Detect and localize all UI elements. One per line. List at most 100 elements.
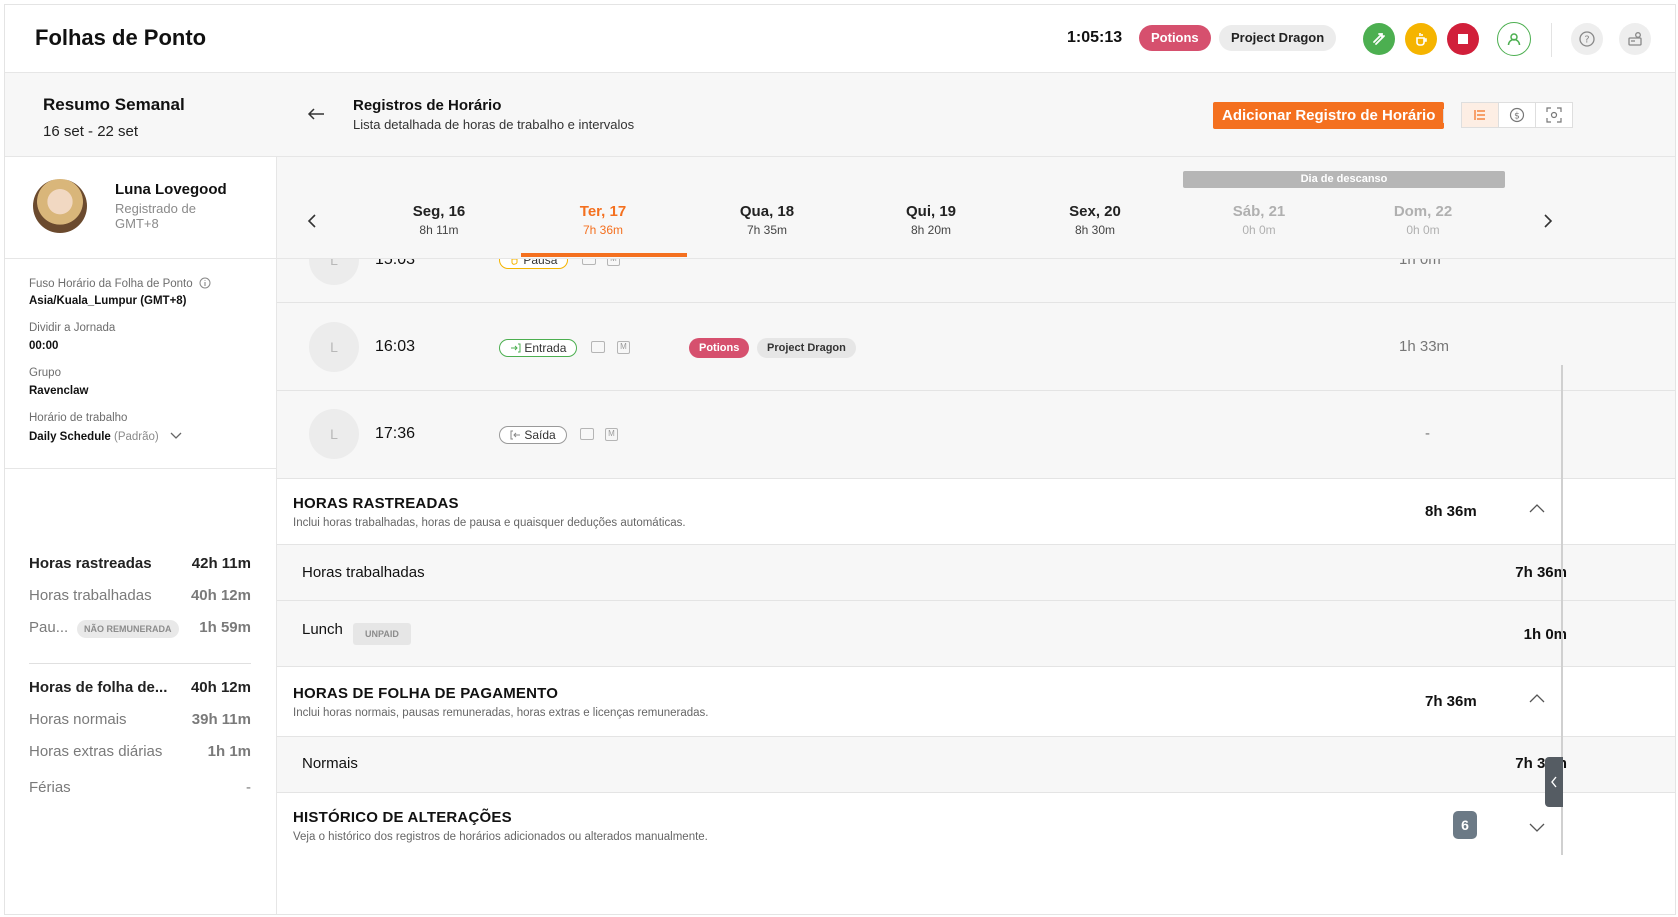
dollar-icon: $ bbox=[1509, 107, 1525, 123]
schedule-label: Horário de trabalho bbox=[29, 412, 128, 424]
breakdown-row: Horas trabalhadas 7h 36m bbox=[277, 545, 1675, 601]
tracked-hours-section[interactable]: HORAS RASTREADAS Inclui horas trabalhada… bbox=[277, 479, 1675, 545]
tracked-hours-label: Horas rastreadas bbox=[29, 555, 152, 572]
help-button[interactable]: ? bbox=[1571, 23, 1603, 55]
time-entry-list: L 15:03 Pausa M 1h 0m L 16:03 Entrada M bbox=[277, 259, 1675, 479]
activity-chip[interactable]: Potions bbox=[1139, 25, 1211, 51]
breakdown-row: Lunch UNPAID 1h 0m bbox=[277, 601, 1675, 667]
vacation-value: - bbox=[246, 779, 251, 796]
section-subtitle: Inclui horas normais, pausas remuneradas… bbox=[293, 707, 709, 719]
clock-out-tag: Saída bbox=[499, 426, 567, 444]
row-value: 7h 36m bbox=[1515, 564, 1567, 581]
day-tab-tue[interactable]: Ter, 17 7h 36m bbox=[521, 203, 685, 237]
day-name: Dom, 22 bbox=[1393, 203, 1453, 220]
user-initial: L bbox=[309, 409, 359, 459]
day-hours: 7h 36m bbox=[582, 223, 624, 237]
section-title: HORAS RASTREADAS bbox=[293, 495, 459, 512]
device-icon bbox=[591, 341, 605, 353]
stop-button[interactable] bbox=[1447, 23, 1479, 55]
pause-hours-label: Pau... bbox=[29, 619, 69, 636]
add-time-entry-button[interactable]: Adicionar Registro de Horário bbox=[1213, 102, 1445, 129]
back-button[interactable] bbox=[307, 101, 325, 127]
section-title: HORAS DE FOLHA DE PAGAMENTO bbox=[293, 685, 559, 702]
time-entry-row[interactable]: L 17:36 Saída M - bbox=[277, 391, 1675, 479]
section-total: 7h 36m bbox=[1425, 693, 1477, 710]
day-tab-thu[interactable]: Qui, 19 8h 20m bbox=[849, 203, 1013, 237]
chevron-up-icon[interactable] bbox=[1529, 503, 1545, 513]
device-icon bbox=[580, 428, 594, 440]
payroll-hours-section[interactable]: HORAS DE FOLHA DE PAGAMENTO Inclui horas… bbox=[277, 667, 1675, 737]
sidebar-divider bbox=[29, 663, 251, 664]
day-tab-sat[interactable]: Sáb, 21 0h 0m bbox=[1177, 203, 1341, 237]
prev-week-button[interactable] bbox=[307, 213, 317, 234]
time-entries-panel: Registros de Horário Lista detalhada de … bbox=[277, 73, 1675, 914]
regular-hours-value: 39h 11m bbox=[191, 711, 251, 728]
day-name: Qui, 19 bbox=[905, 203, 957, 220]
section-title: HISTÓRICO DE ALTERAÇÕES bbox=[293, 809, 512, 826]
clock-out-icon bbox=[510, 430, 520, 440]
time-entry-row[interactable]: L 16:03 Entrada M Potions Project Dragon… bbox=[277, 303, 1675, 391]
timezone-label: Fuso Horário da Folha de Ponto bbox=[29, 277, 211, 290]
row-label: Horas trabalhadas bbox=[302, 564, 425, 581]
change-history-section[interactable]: HISTÓRICO DE ALTERAÇÕES Veja o histórico… bbox=[277, 793, 1675, 863]
list-view-button[interactable] bbox=[1462, 103, 1499, 127]
break-tag: Pausa bbox=[499, 259, 569, 269]
day-hours: 8h 30m bbox=[1074, 223, 1116, 237]
project-chip[interactable]: Project Dragon bbox=[757, 338, 856, 358]
arrow-left-icon bbox=[307, 108, 324, 120]
time-entry-row[interactable]: L 15:03 Pausa M 1h 0m bbox=[277, 259, 1675, 303]
weekly-summary-sidebar: Resumo Semanal 16 set - 22 set Luna Love… bbox=[5, 73, 277, 914]
summary-header: Resumo Semanal 16 set - 22 set bbox=[5, 73, 277, 157]
payroll-hours-label: Horas de folha de... bbox=[29, 679, 168, 696]
timezone-label-text: Fuso Horário da Folha de Ponto bbox=[29, 278, 193, 290]
avatar bbox=[33, 179, 87, 233]
day-tab-fri[interactable]: Sex, 20 8h 30m bbox=[1013, 203, 1177, 237]
payroll-view-button[interactable]: $ bbox=[1499, 103, 1536, 127]
timesheet-info: Fuso Horário da Folha de Ponto Asia/Kual… bbox=[5, 259, 277, 469]
stop-icon bbox=[1458, 34, 1468, 44]
day-hours: 8h 11m bbox=[419, 223, 459, 237]
manual-entry-icon: M bbox=[607, 259, 620, 266]
pause-hours-value: 1h 59m bbox=[199, 619, 251, 636]
schedule-dropdown[interactable]: Daily Schedule (Padrão) bbox=[29, 431, 182, 443]
next-week-button[interactable] bbox=[1543, 213, 1553, 234]
switch-activity-button[interactable] bbox=[1363, 23, 1395, 55]
row-label: Lunch bbox=[302, 621, 343, 638]
break-button[interactable] bbox=[1405, 23, 1437, 55]
screenshot-view-button[interactable] bbox=[1536, 103, 1572, 127]
activity-chip[interactable]: Potions bbox=[689, 338, 750, 358]
side-panel-toggle[interactable] bbox=[1545, 757, 1563, 807]
svg-text:?: ? bbox=[1584, 35, 1589, 46]
clock-in-icon bbox=[511, 343, 521, 353]
settings-button[interactable] bbox=[1619, 23, 1651, 55]
summary-dates: 16 set - 22 set bbox=[43, 123, 139, 140]
info-icon[interactable] bbox=[199, 277, 211, 289]
day-hours: 8h 20m bbox=[910, 223, 952, 237]
history-count-badge: 6 bbox=[1453, 811, 1477, 839]
chevron-up-icon[interactable] bbox=[1529, 693, 1545, 703]
week-day-selector: Dia de descanso Seg, 16 8h 11m Ter, 17 7… bbox=[277, 157, 1675, 259]
user-icon bbox=[1507, 33, 1521, 46]
user-menu-button[interactable] bbox=[1497, 22, 1531, 56]
overtime-hours-label: Horas extras diárias bbox=[29, 743, 163, 760]
user-name: Luna Lovegood bbox=[115, 181, 227, 198]
day-tab-sun[interactable]: Dom, 22 0h 0m bbox=[1341, 203, 1505, 237]
day-tab-wed[interactable]: Qua, 18 7h 35m bbox=[685, 203, 849, 237]
summary-title: Resumo Semanal bbox=[43, 95, 185, 114]
entry-duration: - bbox=[1425, 425, 1430, 442]
split-label: Dividir a Jornada bbox=[29, 322, 116, 334]
worked-hours-value: 40h 12m bbox=[190, 587, 251, 604]
entry-type: Pausa bbox=[523, 259, 558, 267]
entry-duration: 1h 0m bbox=[1399, 259, 1441, 268]
break-icon bbox=[511, 259, 518, 265]
chevron-down-icon[interactable] bbox=[1529, 823, 1545, 833]
payroll-hours-value: 40h 12m bbox=[190, 679, 251, 696]
day-name: Seg, 16 bbox=[412, 203, 466, 220]
day-hours: 0h 0m bbox=[1406, 223, 1440, 237]
header-divider bbox=[1551, 23, 1552, 57]
schedule-value: Daily Schedule bbox=[29, 431, 111, 443]
chevron-left-icon bbox=[307, 214, 316, 228]
project-chip[interactable]: Project Dragon bbox=[1219, 25, 1337, 51]
day-tab-mon[interactable]: Seg, 16 8h 11m bbox=[357, 203, 521, 237]
group-value: Ravenclaw bbox=[29, 385, 89, 397]
